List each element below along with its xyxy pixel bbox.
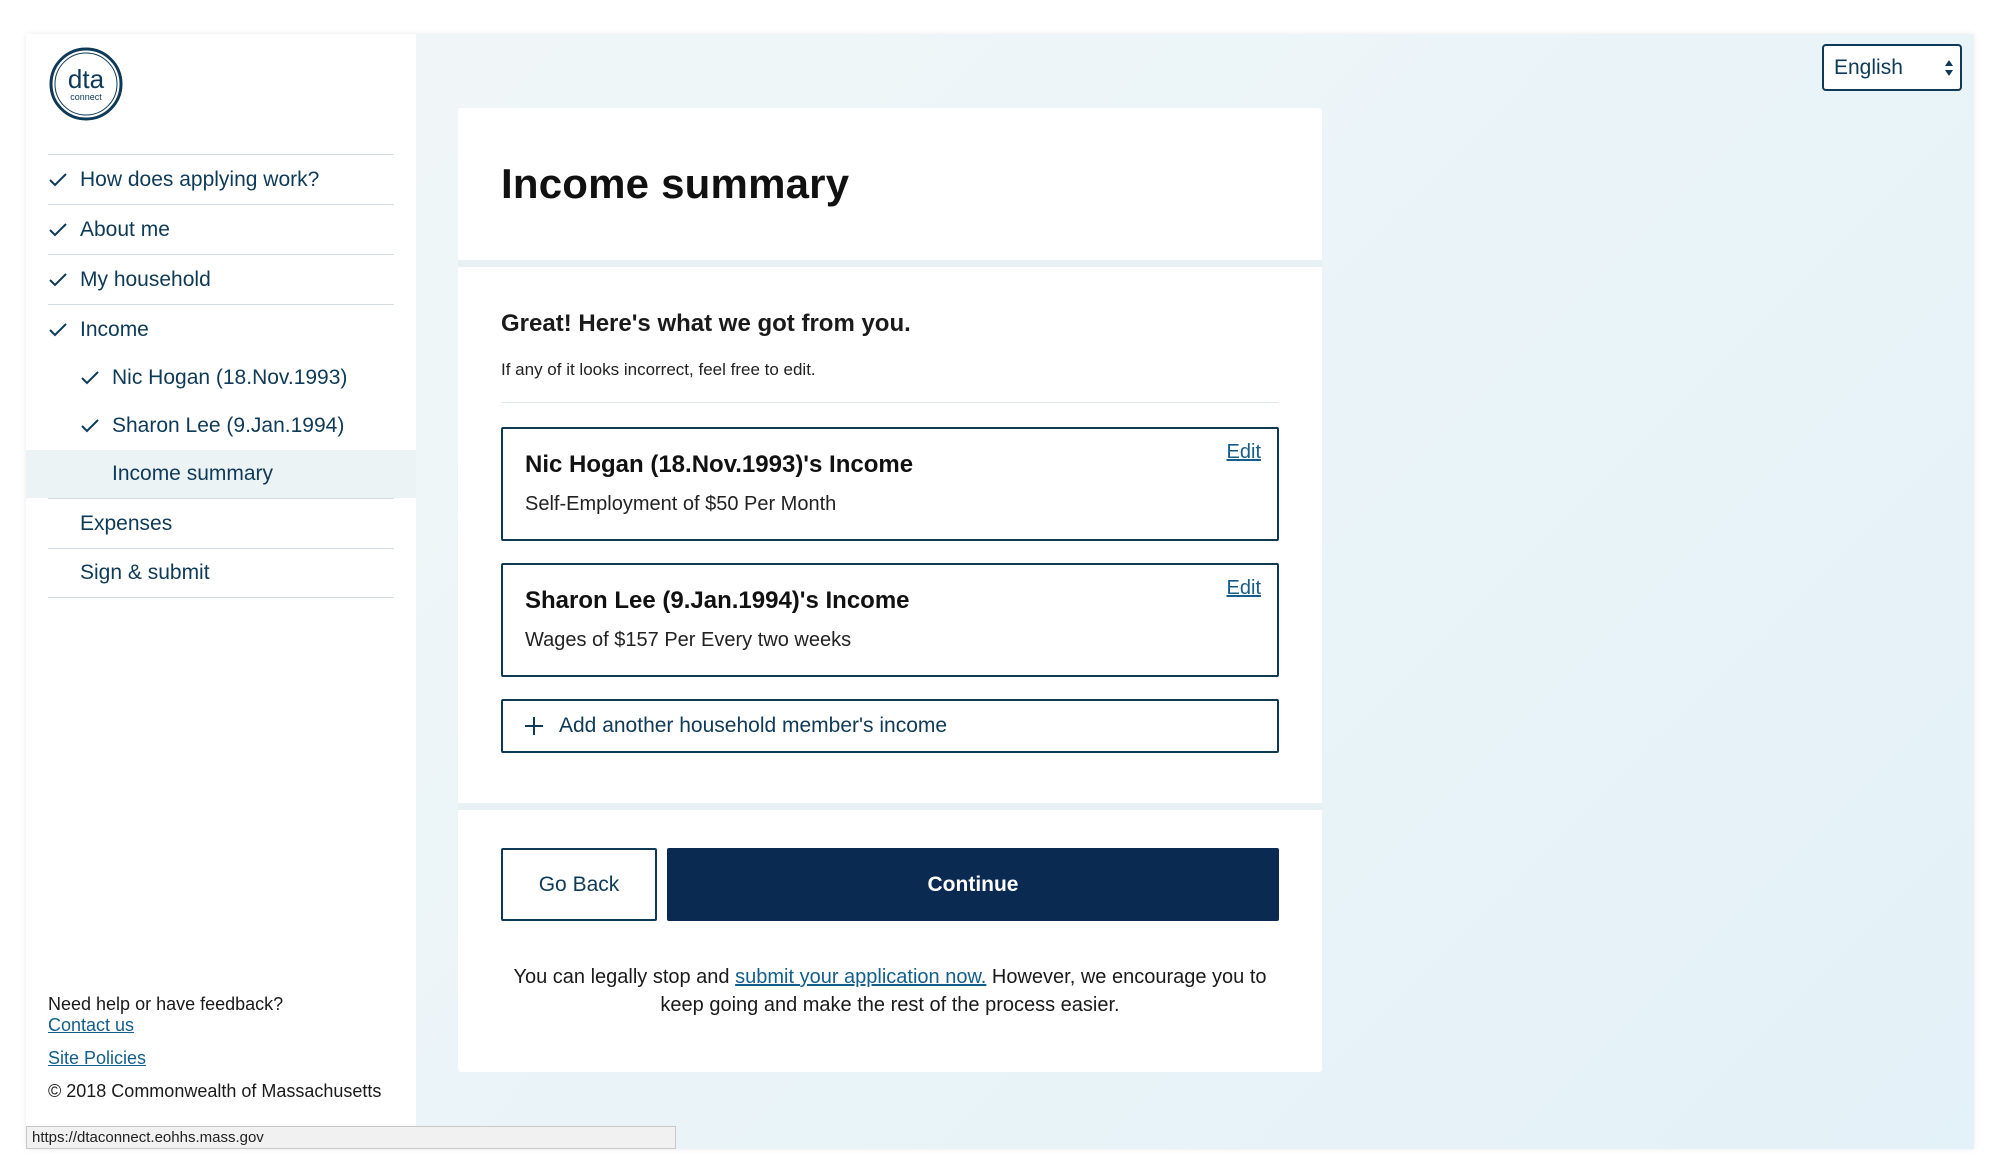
nav-item-about-me[interactable]: About me bbox=[48, 204, 394, 254]
dta-connect-logo[interactable]: dta connect bbox=[48, 46, 124, 122]
check-icon bbox=[48, 172, 80, 188]
nav-item-how-applying-works[interactable]: How does applying work? bbox=[48, 154, 394, 204]
income-card-detail: Self-Employment of $50 Per Month bbox=[525, 493, 837, 515]
card-footer: Go Back Continue You can legally stop an… bbox=[458, 810, 1322, 1072]
edit-link-nic-hogan[interactable]: Edit bbox=[1227, 441, 1261, 464]
plus-icon bbox=[523, 715, 545, 737]
site-policies-link[interactable]: Site Policies bbox=[48, 1048, 381, 1069]
browser-window: dta connect How does applying work? Abou… bbox=[26, 34, 1974, 1149]
nav-item-sign-submit[interactable]: Sign & submit bbox=[48, 548, 394, 598]
income-card-sharon-lee: Edit Sharon Lee (9.Jan.1994)'s Income Wa… bbox=[501, 563, 1279, 677]
status-bar-url: https://dtaconnect.eohhs.mass.gov bbox=[26, 1126, 676, 1149]
check-icon bbox=[48, 272, 80, 288]
check-icon bbox=[80, 370, 112, 386]
page-title: Income summary bbox=[501, 160, 850, 207]
nav-item-expenses[interactable]: Expenses bbox=[48, 498, 394, 548]
nav-subitem-label: Nic Hogan (18.Nov.1993) bbox=[112, 366, 348, 389]
nav-item-label: About me bbox=[80, 217, 170, 241]
nav-item-label: Expenses bbox=[80, 511, 173, 535]
card-body: Great! Here's what we got from you. If a… bbox=[458, 267, 1322, 803]
nav-subitem-sharon-lee[interactable]: Sharon Lee (9.Jan.1994) bbox=[48, 402, 394, 450]
copyright-text: © 2018 Commonwealth of Massachusetts bbox=[48, 1081, 382, 1101]
income-card-detail: Wages of $157 Per Every two weeks bbox=[525, 629, 852, 651]
continue-button[interactable]: Continue bbox=[667, 848, 1279, 921]
income-summary-card: Income summary Great! Here's what we got… bbox=[458, 108, 1322, 1072]
progress-nav: How does applying work? About me My hous… bbox=[26, 154, 416, 598]
select-arrows-icon bbox=[1944, 57, 1954, 85]
summary-heading: Great! Here's what we got from you. bbox=[501, 310, 911, 337]
check-icon bbox=[48, 222, 80, 238]
help-section: Need help or have feedback? Contact us S… bbox=[48, 994, 381, 1102]
action-buttons: Go Back Continue bbox=[501, 848, 1279, 921]
edit-link-sharon-lee[interactable]: Edit bbox=[1227, 577, 1261, 600]
summary-subtext: If any of it looks incorrect, feel free … bbox=[501, 360, 1279, 403]
check-icon bbox=[48, 322, 80, 338]
nav-item-my-household[interactable]: My household bbox=[48, 254, 394, 304]
help-text: Need help or have feedback? bbox=[48, 994, 284, 1014]
contact-us-link[interactable]: Contact us bbox=[48, 1015, 381, 1036]
nav-item-label: How does applying work? bbox=[80, 167, 320, 191]
sidebar: dta connect How does applying work? Abou… bbox=[26, 34, 416, 1149]
nav-subitem-nic-hogan[interactable]: Nic Hogan (18.Nov.1993) bbox=[48, 354, 394, 402]
check-icon bbox=[80, 418, 112, 434]
nav-subitem-label: Income summary bbox=[112, 462, 274, 485]
svg-text:dta: dta bbox=[68, 64, 105, 94]
income-card-title: Nic Hogan (18.Nov.1993)'s Income bbox=[525, 451, 914, 478]
add-household-income-button[interactable]: Add another household member's income bbox=[501, 699, 1279, 753]
nav-subitem-label: Sharon Lee (9.Jan.1994) bbox=[112, 414, 345, 437]
add-household-income-label: Add another household member's income bbox=[559, 714, 948, 737]
svg-text:connect: connect bbox=[70, 92, 102, 102]
submit-application-link[interactable]: submit your application now. bbox=[735, 966, 986, 988]
nav-item-label: Income bbox=[80, 317, 149, 341]
submit-now-note: You can legally stop and submit your app… bbox=[513, 966, 1267, 1016]
go-back-button[interactable]: Go Back bbox=[501, 848, 657, 921]
language-select-value: English bbox=[1834, 55, 1903, 79]
nav-item-income[interactable]: Income bbox=[48, 304, 394, 354]
logo-icon: dta connect bbox=[49, 47, 123, 121]
nav-subitem-income-summary[interactable]: Income summary bbox=[26, 450, 416, 498]
card-header: Income summary bbox=[458, 108, 1322, 260]
income-card-nic-hogan: Edit Nic Hogan (18.Nov.1993)'s Income Se… bbox=[501, 427, 1279, 541]
income-card-title: Sharon Lee (9.Jan.1994)'s Income bbox=[525, 587, 910, 614]
language-select[interactable]: English bbox=[1822, 44, 1962, 91]
nav-item-label: My household bbox=[80, 267, 211, 291]
nav-item-label: Sign & submit bbox=[80, 561, 210, 584]
